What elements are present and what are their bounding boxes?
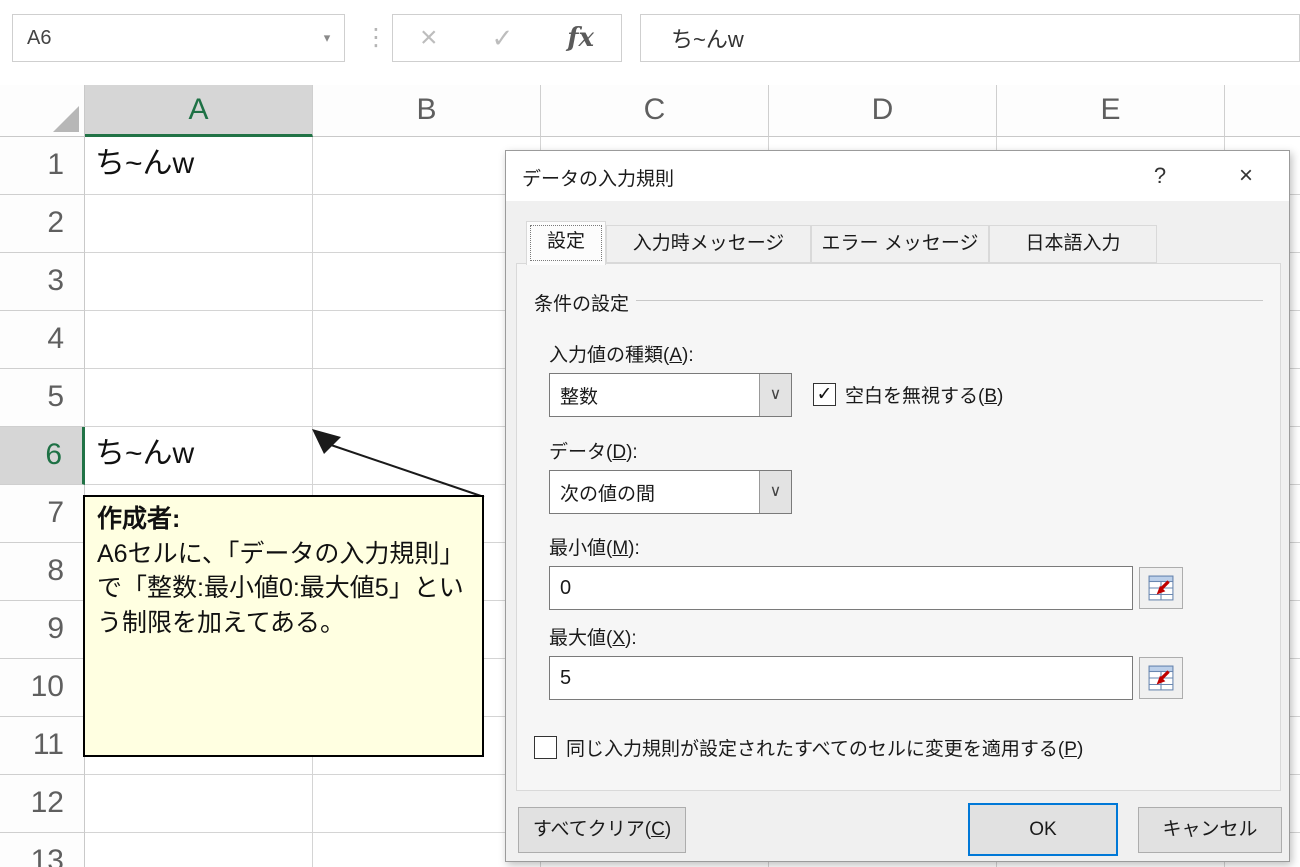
insert-function-icon[interactable]: fx xyxy=(567,23,594,53)
ignore-blank-label: 空白を無視する(B) xyxy=(845,386,1004,407)
criteria-group-label: 条件の設定 xyxy=(534,294,630,315)
row-header-7[interactable]: 7 xyxy=(0,485,85,543)
apply-to-all-label: 同じ入力規則が設定されたすべてのセルに変更を適用する(P) xyxy=(566,739,1084,760)
ok-button[interactable]: OK xyxy=(968,803,1118,856)
cancel-button[interactable]: キャンセル xyxy=(1138,807,1282,853)
allow-type-label: 入力値の種類(A): xyxy=(549,345,694,366)
row-header-11[interactable]: 11 xyxy=(0,717,85,775)
data-operator-label: データ(D): xyxy=(549,442,638,463)
apply-to-all-checkbox[interactable] xyxy=(534,736,557,759)
data-validation-dialog: データの入力規則 ? × 設定 入力時メッセージ エラー メッセージ 日本語入力… xyxy=(505,150,1290,862)
cell-A6[interactable]: ち~んw xyxy=(85,427,313,485)
range-selector-icon xyxy=(1148,665,1174,691)
row-header-9[interactable]: 9 xyxy=(0,601,85,659)
group-separator xyxy=(636,300,1263,301)
column-header-C[interactable]: C xyxy=(541,85,769,137)
name-box-dropdown-icon[interactable]: ▾ xyxy=(310,30,344,46)
allow-type-combobox[interactable]: 整数 ∨ xyxy=(549,373,792,417)
ignore-blank-checkbox[interactable]: ✓ xyxy=(813,383,836,406)
maximum-label: 最大値(X): xyxy=(549,628,637,649)
column-header-E[interactable]: E xyxy=(997,85,1225,137)
row-header-13[interactable]: 13 xyxy=(0,833,85,867)
chevron-down-icon[interactable]: ∨ xyxy=(759,471,791,513)
row-header-8[interactable]: 8 xyxy=(0,543,85,601)
select-all-triangle-icon xyxy=(53,106,79,132)
data-operator-combobox[interactable]: 次の値の間 ∨ xyxy=(549,470,792,514)
row-header-3[interactable]: 3 xyxy=(0,253,85,311)
clear-all-button[interactable]: すべてクリア(C) xyxy=(518,807,686,853)
formula-buttons: × ✓ fx xyxy=(392,14,622,62)
cell-A12[interactable] xyxy=(85,775,313,833)
ignore-blank-checkbox-row: ✓ 空白を無視する(B) xyxy=(813,381,1003,408)
cell-comment: 作成者: A6セルに、「データの入力規則」で「整数:最小値0:最大値5」という制… xyxy=(83,495,484,757)
row-header-1[interactable]: 1 xyxy=(0,137,85,195)
row-header-6[interactable]: 6 xyxy=(0,427,85,485)
tab-japanese-input[interactable]: 日本語入力 xyxy=(989,225,1157,263)
formula-bar-value: ち~んw xyxy=(671,27,744,52)
chevron-down-icon[interactable]: ∨ xyxy=(759,374,791,416)
column-header-B[interactable]: B xyxy=(313,85,541,137)
cell-A1[interactable]: ち~んw xyxy=(85,137,313,195)
tab-settings[interactable]: 設定 xyxy=(526,221,606,265)
range-selector-button[interactable] xyxy=(1139,657,1183,699)
cell-A5[interactable] xyxy=(85,369,313,427)
range-selector-icon xyxy=(1148,575,1174,601)
close-icon[interactable]: × xyxy=(1217,151,1275,201)
data-operator-value: 次の値の間 xyxy=(560,483,656,505)
dialog-title: データの入力規則 xyxy=(522,169,675,190)
toolbar-grip-icon: ⋮ xyxy=(364,24,388,51)
tab-input-message[interactable]: 入力時メッセージ xyxy=(606,225,811,263)
formula-bar[interactable]: ち~んw xyxy=(640,14,1300,62)
cell-A3[interactable] xyxy=(85,253,313,311)
help-button[interactable]: ? xyxy=(1131,151,1189,201)
comment-body: A6セルに、「データの入力規則」で「整数:最小値0:最大値5」という制限を加えて… xyxy=(97,539,465,637)
row-header-4[interactable]: 4 xyxy=(0,311,85,369)
range-selector-button[interactable] xyxy=(1139,567,1183,609)
apply-to-all-checkbox-row: 同じ入力規則が設定されたすべてのセルに変更を適用する(P) xyxy=(534,734,1083,761)
column-header-A[interactable]: A xyxy=(85,85,313,137)
maximum-input[interactable] xyxy=(549,656,1133,700)
cancel-entry-icon[interactable]: × xyxy=(420,21,438,55)
name-box[interactable]: A6 ▾ xyxy=(12,14,345,62)
formula-toolbar: A6 ▾ ⋮ × ✓ fx ち~んw xyxy=(0,0,1300,85)
excel-window: A6 ▾ ⋮ × ✓ fx ち~んw ABCDE 1 ち~んw 2 3 4 5 6 ち~んw 7… xyxy=(0,0,1300,867)
allow-type-value: 整数 xyxy=(560,386,599,408)
row-header-2[interactable]: 2 xyxy=(0,195,85,253)
row-header-10[interactable]: 10 xyxy=(0,659,85,717)
tab-error-message[interactable]: エラー メッセージ xyxy=(811,225,989,263)
cell-A4[interactable] xyxy=(85,311,313,369)
dialog-titlebar[interactable]: データの入力規則 ? × xyxy=(506,151,1289,201)
select-all-button[interactable] xyxy=(0,85,85,137)
cell-A13[interactable] xyxy=(85,833,313,867)
enter-entry-icon[interactable]: ✓ xyxy=(492,23,514,54)
column-header-filler xyxy=(1225,85,1300,137)
comment-author: 作成者: xyxy=(97,505,181,533)
column-header-row: ABCDE xyxy=(85,85,1300,137)
name-box-value: A6 xyxy=(27,26,52,49)
minimum-label: 最小値(M): xyxy=(549,538,640,559)
row-header-5[interactable]: 5 xyxy=(0,369,85,427)
column-header-D[interactable]: D xyxy=(769,85,997,137)
row-header-12[interactable]: 12 xyxy=(0,775,85,833)
cell-A2[interactable] xyxy=(85,195,313,253)
minimum-input[interactable] xyxy=(549,566,1133,610)
